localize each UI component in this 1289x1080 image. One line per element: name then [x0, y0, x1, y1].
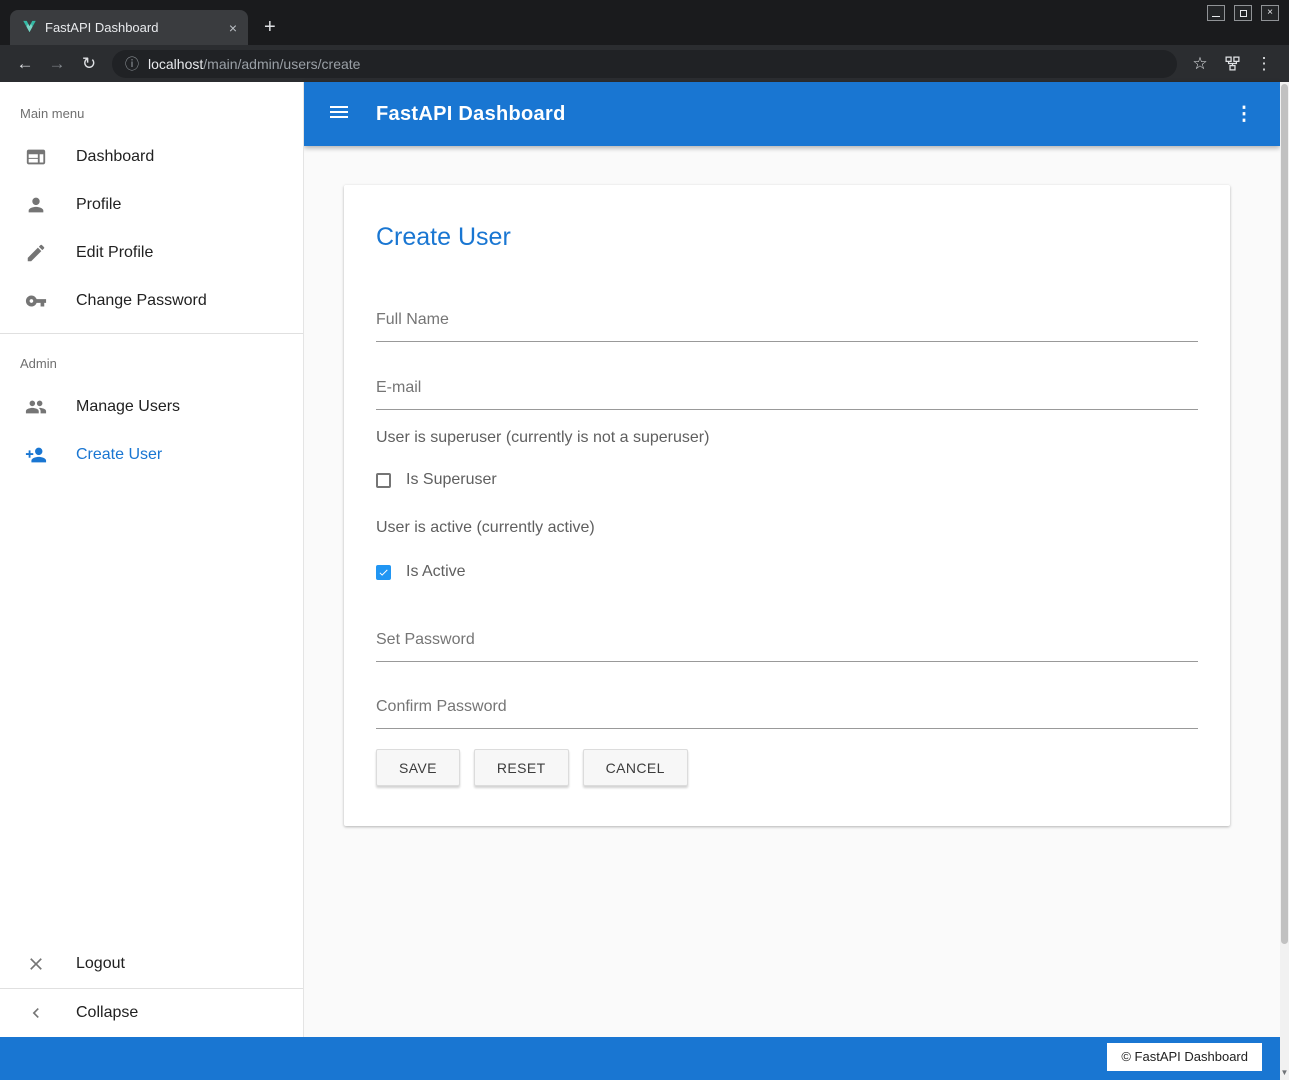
sidebar-item-label: Profile	[76, 196, 121, 214]
main-area: FastAPI Dashboard ⋮ Create User User is …	[304, 82, 1280, 1037]
dashboard-icon	[24, 145, 48, 169]
sidebar-item-dashboard[interactable]: Dashboard	[0, 133, 303, 181]
sidebar-item-label: Edit Profile	[76, 244, 153, 262]
window-maximize-button[interactable]	[1234, 5, 1252, 21]
sidebar-item-collapse[interactable]: Collapse	[0, 989, 303, 1037]
appbar-title: FastAPI Dashboard	[376, 103, 566, 126]
sidebar-item-create-user[interactable]: Create User	[0, 431, 303, 479]
browser-menu-button[interactable]: ⋮	[1249, 50, 1279, 78]
sidebar-section-admin: Admin	[0, 342, 303, 383]
is-active-label: Is Active	[406, 563, 466, 581]
footer: © FastAPI Dashboard	[0, 1037, 1280, 1080]
address-bar[interactable]: ⓘ localhost/main/admin/users/create	[112, 50, 1177, 78]
is-superuser-checkbox[interactable]	[376, 473, 391, 488]
page-title: Create User	[376, 221, 1198, 253]
set-password-input[interactable]	[376, 631, 1198, 662]
create-user-card: Create User User is superuser (currently…	[344, 185, 1230, 826]
sidebar-item-change-password[interactable]: Change Password	[0, 277, 303, 325]
chevron-left-icon	[24, 1001, 48, 1025]
is-active-checkbox[interactable]	[376, 565, 391, 580]
tab-close-icon[interactable]: ×	[226, 20, 240, 36]
hamburger-icon	[327, 100, 351, 129]
save-button[interactable]: SAVE	[376, 749, 460, 786]
browser-titlebar: FastAPI Dashboard × + ×	[0, 0, 1289, 45]
sidebar: Main menu Dashboard Profile Edit Profile…	[0, 82, 304, 1037]
form-actions: SAVE RESET CANCEL	[376, 749, 1198, 786]
confirm-password-input[interactable]	[376, 698, 1198, 729]
person-icon	[24, 193, 48, 217]
sidebar-item-label: Create User	[76, 446, 162, 464]
browser-tab[interactable]: FastAPI Dashboard ×	[10, 10, 248, 45]
copyright-text: © FastAPI Dashboard	[1107, 1043, 1262, 1071]
favicon-icon	[22, 19, 37, 37]
sidebar-item-label: Manage Users	[76, 398, 180, 416]
sidebar-item-logout[interactable]: Logout	[0, 940, 303, 988]
email-input[interactable]	[376, 379, 1198, 410]
sidebar-item-edit-profile[interactable]: Edit Profile	[0, 229, 303, 277]
bookmark-star-icon[interactable]: ☆	[1185, 50, 1215, 78]
person-add-icon	[24, 443, 48, 467]
active-check-row: Is Active	[376, 560, 1198, 584]
menu-toggle-button[interactable]	[327, 102, 351, 126]
maximize-icon	[1240, 10, 1247, 17]
cancel-button[interactable]: CANCEL	[583, 749, 688, 786]
sidebar-item-label: Collapse	[76, 1004, 138, 1022]
minimize-icon	[1212, 16, 1220, 17]
appbar: FastAPI Dashboard ⋮	[304, 82, 1280, 146]
sidebar-divider	[0, 333, 303, 334]
close-icon	[24, 952, 48, 976]
window-close-button[interactable]: ×	[1261, 5, 1279, 21]
superuser-check-row: Is Superuser	[376, 468, 1198, 492]
sidebar-item-label: Dashboard	[76, 148, 154, 166]
url-path: /main/admin/users/create	[203, 56, 360, 72]
sidebar-item-label: Change Password	[76, 292, 207, 310]
active-hint: User is active (currently active)	[376, 518, 1198, 538]
url-host: localhost	[148, 56, 203, 72]
people-icon	[24, 395, 48, 419]
reload-button[interactable]: ↻	[74, 50, 104, 78]
is-superuser-label: Is Superuser	[406, 471, 497, 489]
sidebar-item-profile[interactable]: Profile	[0, 181, 303, 229]
window-minimize-button[interactable]	[1207, 5, 1225, 21]
browser-toolbar: ← → ↻ ⓘ localhost/main/admin/users/creat…	[0, 45, 1289, 82]
appbar-menu-button[interactable]: ⋮	[1232, 103, 1256, 126]
forward-button[interactable]: →	[42, 50, 72, 78]
scrollbar-thumb[interactable]	[1281, 84, 1288, 944]
superuser-hint: User is superuser (currently is not a su…	[376, 428, 1198, 448]
back-button[interactable]: ←	[10, 50, 40, 78]
sidebar-spacer	[0, 479, 303, 940]
sidebar-item-label: Logout	[76, 955, 125, 973]
extensions-icon[interactable]	[1217, 50, 1247, 78]
url-text: localhost/main/admin/users/create	[148, 56, 360, 72]
page-info-icon[interactable]: ⓘ	[125, 54, 139, 74]
app-viewport: Main menu Dashboard Profile Edit Profile…	[0, 82, 1280, 1080]
pencil-icon	[24, 241, 48, 265]
content-area: Create User User is superuser (currently…	[304, 146, 1280, 1037]
reset-button[interactable]: RESET	[474, 749, 569, 786]
window-controls: ×	[1207, 5, 1279, 21]
full-name-input[interactable]	[376, 311, 1198, 342]
sidebar-item-manage-users[interactable]: Manage Users	[0, 383, 303, 431]
scrollbar[interactable]: ▼	[1280, 82, 1289, 1080]
sidebar-section-main-menu: Main menu	[0, 82, 303, 133]
tab-title: FastAPI Dashboard	[45, 20, 218, 35]
check-icon	[378, 566, 389, 579]
new-tab-button[interactable]: +	[264, 17, 276, 37]
scrollbar-down-arrow[interactable]: ▼	[1280, 1067, 1289, 1079]
key-icon	[24, 289, 48, 313]
